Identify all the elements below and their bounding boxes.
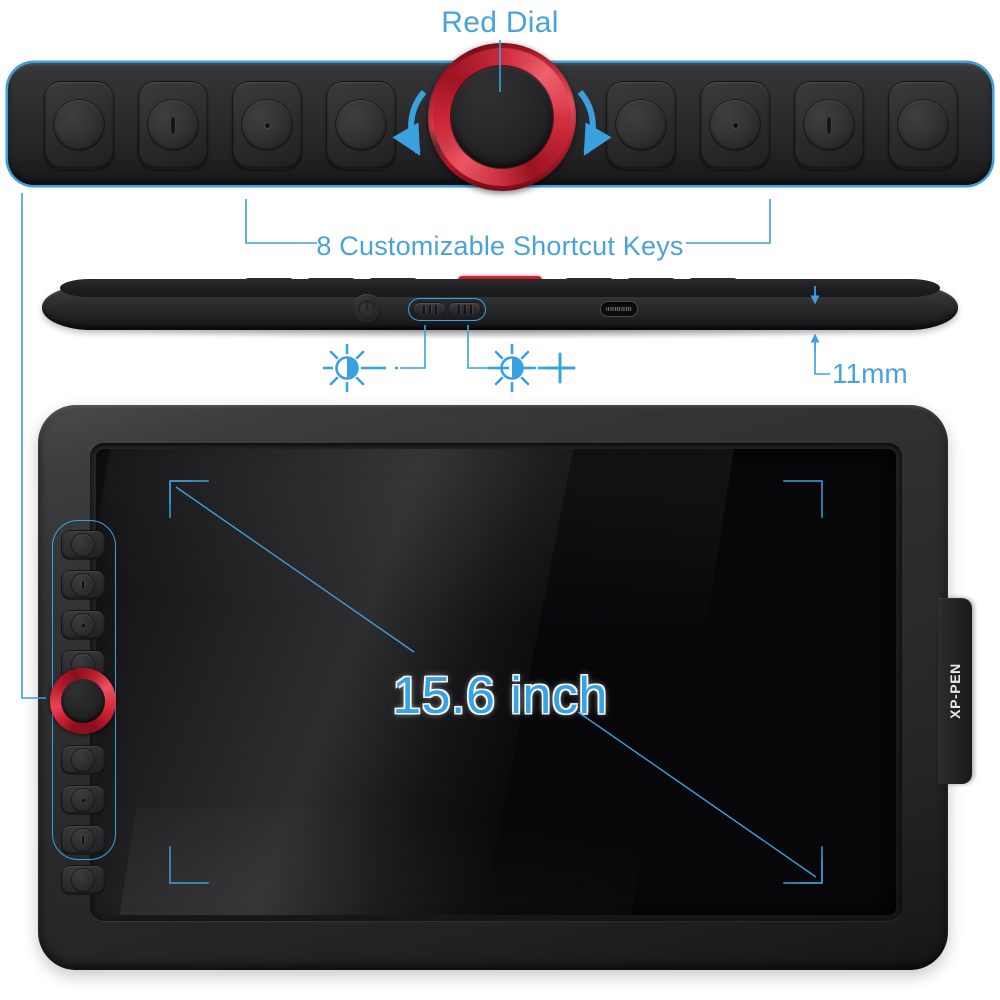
ridge	[464, 304, 466, 314]
key-dot-mark-icon	[264, 122, 270, 128]
red-dial-side[interactable]	[50, 668, 116, 734]
key-bar-mark-icon	[81, 836, 85, 844]
ridge	[458, 304, 460, 314]
shortcut-keys-label: 8 Customizable Shortcut Keys	[316, 231, 684, 261]
shortcut-key-1[interactable]	[44, 81, 114, 169]
key-knob	[72, 574, 94, 596]
key-knob	[54, 100, 104, 150]
diagonal-line-upper	[175, 486, 415, 653]
shortcut-key-8[interactable]	[888, 81, 958, 169]
product-diagram: Red Dial 8 Customizable Shortcut Keys 11…	[0, 0, 1000, 1000]
key-knob	[148, 100, 198, 150]
dial-center	[61, 679, 105, 723]
ridge	[434, 304, 437, 314]
usb-c-port[interactable]	[600, 301, 638, 317]
key-bar-mark-icon	[81, 581, 85, 589]
key-dot-mark-icon	[81, 623, 85, 627]
brand-logo: XP-PEN	[947, 663, 964, 719]
tablet-front-view: XP-PEN	[38, 405, 972, 985]
diagonal-arrow-top-left	[169, 480, 193, 504]
rail-key-5[interactable]	[61, 745, 105, 775]
key-knob	[616, 100, 666, 150]
key-knob	[72, 534, 94, 556]
rail-key-3[interactable]	[61, 610, 105, 640]
key-knob	[804, 100, 854, 150]
key-knob	[898, 100, 948, 150]
key-knob	[336, 100, 386, 150]
display-screen[interactable]	[96, 449, 896, 915]
rail-key-8[interactable]	[61, 865, 105, 895]
diagonal-arrow-bottom-right	[799, 860, 823, 884]
ridge	[422, 304, 425, 314]
shortcut-key-2[interactable]	[138, 81, 208, 169]
key-dot-mark-icon	[732, 122, 738, 128]
corner-bracket-top-right	[783, 480, 823, 518]
brightness-buttons-group	[408, 298, 486, 321]
brightness-up-button[interactable]	[448, 302, 481, 317]
power-icon	[357, 300, 377, 319]
key-knob	[710, 100, 760, 150]
key-knob	[72, 614, 94, 636]
profile-drop-shadow	[58, 327, 942, 339]
screen-measurement-overlay	[169, 480, 823, 884]
corner-bracket-bottom-right	[783, 846, 823, 884]
shortcut-key-3[interactable]	[232, 81, 302, 169]
brightness-down-button[interactable]	[412, 302, 446, 317]
rail-key-2[interactable]	[61, 570, 105, 600]
key-bar-mark-icon	[171, 116, 175, 134]
shortcut-key-5[interactable]	[606, 81, 676, 169]
corner-bracket-bottom-left	[169, 846, 209, 884]
xp-pen-logo-tab: XP-PEN	[938, 598, 972, 784]
corner-bracket-top-left	[169, 480, 209, 518]
shortcut-key-6[interactable]	[700, 81, 770, 169]
shortcut-key-4[interactable]	[326, 81, 396, 169]
ridge	[470, 304, 472, 314]
key-knob	[72, 829, 94, 851]
key-bar-mark-icon	[827, 116, 831, 134]
rail-key-1[interactable]	[61, 530, 105, 560]
rail-key-7[interactable]	[61, 825, 105, 855]
thickness-label: 11mm	[832, 358, 908, 389]
key-knob	[72, 749, 94, 771]
key-knob	[242, 100, 292, 150]
shortcut-key-7[interactable]	[794, 81, 864, 169]
ridge	[428, 304, 431, 314]
power-button[interactable]	[352, 294, 382, 324]
red-dial[interactable]	[428, 43, 576, 191]
dial-center	[451, 66, 553, 168]
key-knob	[72, 789, 94, 811]
usb-c-pins	[606, 307, 632, 311]
diagonal-line-lower	[577, 711, 817, 878]
key-dot-mark-icon	[81, 798, 85, 802]
profile-top-edge	[60, 279, 940, 297]
red-dial-label: Red Dial	[441, 6, 559, 39]
key-knob	[72, 869, 94, 891]
rail-key-6[interactable]	[61, 785, 105, 815]
